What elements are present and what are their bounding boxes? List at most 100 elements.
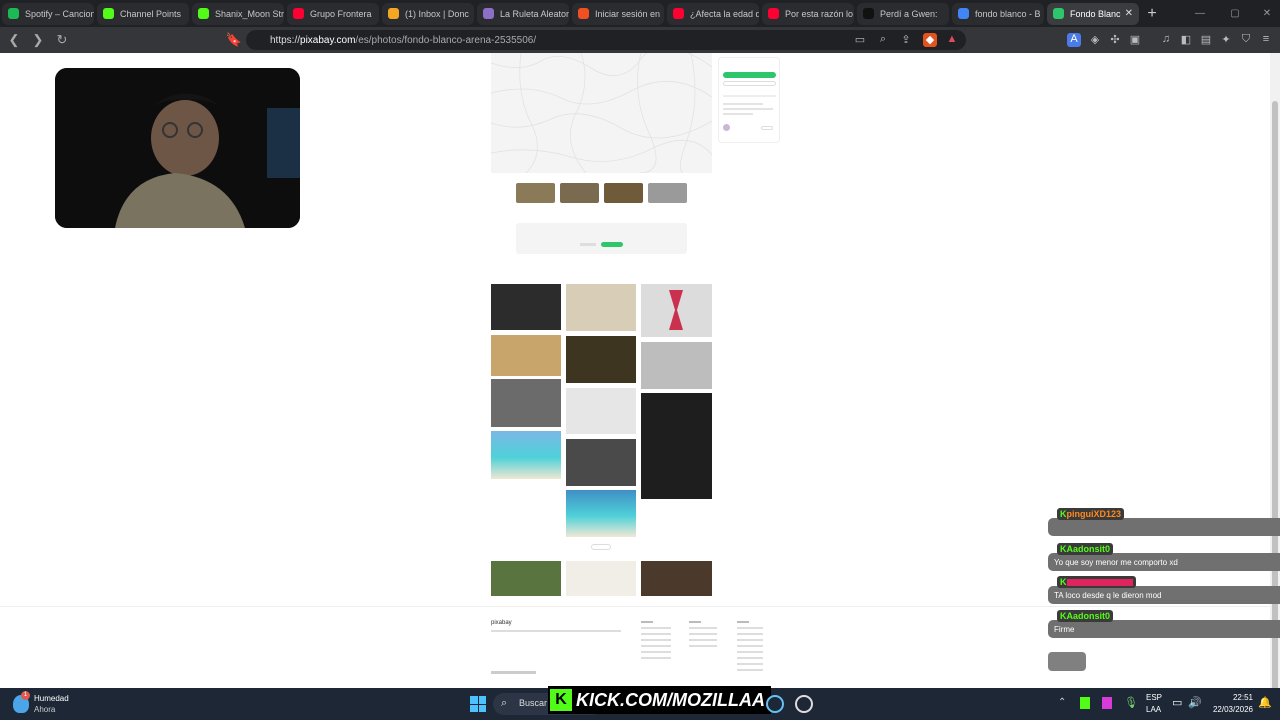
brave-rewards-icon[interactable]: ▲ bbox=[945, 33, 959, 47]
social-links[interactable] bbox=[491, 671, 536, 674]
vpn-icon[interactable]: ⛉ bbox=[1239, 33, 1253, 47]
sidebar-icon[interactable]: ◧ bbox=[1179, 33, 1193, 47]
similar-image[interactable] bbox=[641, 284, 712, 337]
puzzle-icon[interactable]: ✣ bbox=[1108, 33, 1122, 47]
chat-message: Firme bbox=[1048, 620, 1280, 638]
leo-icon[interactable]: ✦ bbox=[1219, 33, 1233, 47]
follow-button[interactable] bbox=[761, 126, 773, 130]
tab-favicon-icon bbox=[103, 8, 114, 19]
chat-username[interactable]: K Aadonsit0 bbox=[1057, 610, 1114, 622]
browser-tab[interactable]: Por esta razón lo bbox=[762, 2, 854, 25]
tab-label: Perdí a Gwen: bbox=[880, 8, 938, 19]
tab-label: Fondo Blanc bbox=[1070, 8, 1121, 19]
wallet-icon[interactable]: ▤ bbox=[1199, 33, 1213, 47]
browser-tab[interactable]: Perdí a Gwen: bbox=[857, 2, 949, 25]
sponsored-image[interactable] bbox=[566, 561, 636, 596]
zoom-icon[interactable]: ⌕ bbox=[876, 33, 890, 47]
similar-image[interactable] bbox=[566, 490, 636, 537]
similar-image[interactable] bbox=[566, 388, 636, 434]
language-indicator[interactable]: ESP bbox=[1146, 693, 1162, 702]
cast-icon[interactable]: ▭ bbox=[853, 33, 867, 47]
similar-image[interactable] bbox=[491, 431, 561, 479]
related-thumbnail[interactable] bbox=[516, 183, 555, 203]
translate-icon[interactable]: A bbox=[1067, 33, 1081, 47]
screenshot-icon[interactable]: ▣ bbox=[1128, 33, 1142, 47]
tab-favicon-icon bbox=[958, 8, 969, 19]
footer-column bbox=[641, 621, 671, 663]
chat-username[interactable]: K bbox=[1057, 576, 1136, 588]
similar-image[interactable] bbox=[641, 342, 712, 389]
network-icon[interactable]: ▭ bbox=[1172, 696, 1182, 709]
login-link[interactable] bbox=[580, 243, 596, 246]
tab-label: Por esta razón lo bbox=[785, 8, 854, 19]
brave-shield-icon[interactable]: ◆ bbox=[923, 33, 937, 47]
related-thumbnail[interactable] bbox=[604, 183, 643, 203]
similar-image[interactable] bbox=[566, 284, 636, 331]
join-button[interactable] bbox=[601, 242, 623, 247]
chat-username[interactable]: K Aadonsit0 bbox=[1057, 543, 1114, 555]
chat-username-text: Aadonsit0 bbox=[1066, 544, 1111, 554]
kick-logo-icon: K bbox=[550, 689, 572, 711]
sponsored-image[interactable] bbox=[641, 561, 712, 596]
browser-tab[interactable]: Spotify – Cancion bbox=[2, 2, 94, 25]
back-icon[interactable]: ❮ bbox=[4, 30, 24, 50]
clock-time[interactable]: 22:51 bbox=[1211, 693, 1253, 702]
share-icon[interactable]: ⇪ bbox=[899, 33, 913, 47]
tray-expand-icon[interactable]: ⌃ bbox=[1058, 697, 1066, 708]
browser-tab[interactable]: ¿Afecta la edad d bbox=[667, 2, 759, 25]
extension-icon[interactable]: ◈ bbox=[1088, 33, 1102, 47]
edit-image-button[interactable] bbox=[723, 81, 776, 86]
tab-favicon-icon bbox=[863, 8, 874, 19]
related-thumbnail[interactable] bbox=[560, 183, 599, 203]
related-thumbnail[interactable] bbox=[648, 183, 687, 203]
tab-close-icon[interactable]: ✕ bbox=[1125, 8, 1133, 19]
tray-app-icon[interactable] bbox=[1102, 697, 1112, 709]
notification-icon[interactable]: 🔔 bbox=[1258, 696, 1272, 709]
reload-icon[interactable]: ↻ bbox=[52, 30, 72, 50]
tab-favicon-icon bbox=[578, 8, 589, 19]
browser-tab[interactable]: La Ruleta Aleator bbox=[477, 2, 569, 25]
similar-image[interactable] bbox=[491, 335, 561, 376]
browser-tab[interactable]: Grupo Frontera bbox=[287, 2, 379, 25]
browser-tab[interactable]: fondo blanco - B bbox=[952, 2, 1044, 25]
chat-message-text: Firme bbox=[1054, 624, 1075, 634]
tab-favicon-icon bbox=[768, 8, 779, 19]
kick-banner-text: KICK.COM/MOZILLAA bbox=[576, 689, 765, 710]
browser-tab[interactable]: Shanix_Moon Str bbox=[192, 2, 284, 25]
minimize-icon[interactable]: — bbox=[1185, 0, 1215, 27]
start-icon[interactable] bbox=[470, 696, 486, 712]
bookmark-icon[interactable]: 🔖 bbox=[224, 30, 244, 50]
author-avatar[interactable] bbox=[723, 124, 730, 131]
similar-image[interactable] bbox=[641, 393, 712, 499]
download-button[interactable] bbox=[723, 72, 776, 78]
volume-icon[interactable]: 🔊 bbox=[1188, 696, 1202, 709]
browser-tab[interactable]: Iniciar sesión en bbox=[572, 2, 664, 25]
similar-image[interactable] bbox=[491, 379, 561, 427]
footer-divider bbox=[0, 606, 1270, 607]
steam-icon[interactable] bbox=[766, 695, 784, 713]
music-icon[interactable]: ♫ bbox=[1159, 33, 1173, 47]
chat-message bbox=[1048, 518, 1280, 536]
menu-icon[interactable]: ≡ bbox=[1259, 33, 1273, 47]
obs-icon[interactable] bbox=[795, 695, 813, 713]
browser-tab[interactable]: Channel Points bbox=[97, 2, 189, 25]
load-more-button[interactable] bbox=[591, 544, 611, 550]
new-tab-icon[interactable]: + bbox=[1142, 4, 1162, 24]
browser-tab[interactable]: Fondo Blanc ✕ bbox=[1047, 2, 1139, 25]
footer-column bbox=[737, 621, 763, 675]
footer-logo[interactable]: pixabay bbox=[491, 620, 512, 626]
forward-icon[interactable]: ❯ bbox=[28, 30, 48, 50]
maximize-icon[interactable]: ▢ bbox=[1220, 0, 1250, 27]
tray-app-icon[interactable] bbox=[1080, 697, 1090, 709]
weather-title[interactable]: Humedad bbox=[34, 694, 69, 703]
webcam-overlay bbox=[55, 68, 300, 228]
similar-image[interactable] bbox=[566, 439, 636, 486]
chat-username[interactable]: K pinguiXD123 bbox=[1057, 508, 1125, 520]
window-close-icon[interactable]: ✕ bbox=[1252, 0, 1280, 27]
browser-tab[interactable]: (1) Inbox | Donc bbox=[382, 2, 474, 25]
similar-image[interactable] bbox=[566, 336, 636, 383]
similar-image[interactable] bbox=[491, 284, 561, 330]
microphone-icon[interactable]: 🎙 bbox=[1124, 696, 1138, 709]
sponsored-image[interactable] bbox=[491, 561, 561, 596]
tab-label: Spotify – Cancion bbox=[25, 8, 94, 19]
